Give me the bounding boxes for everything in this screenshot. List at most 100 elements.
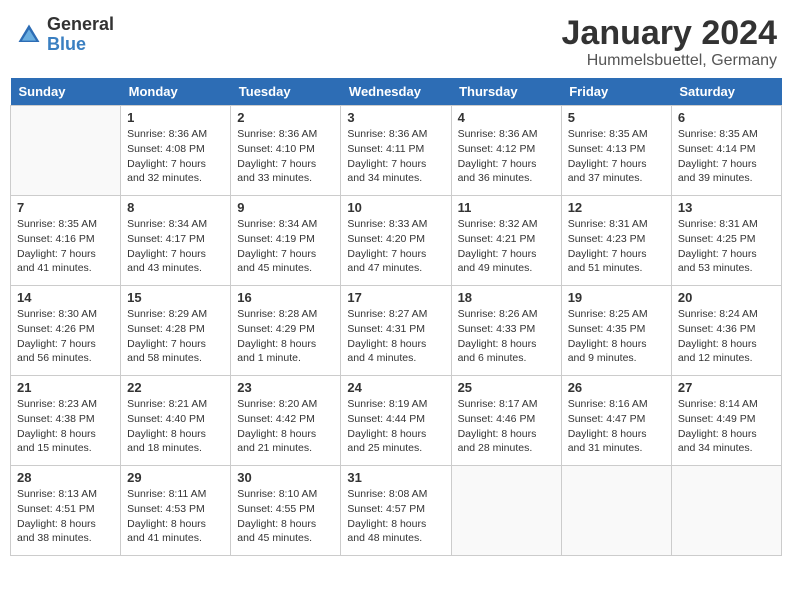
day-number: 9 bbox=[237, 200, 334, 215]
day-sun-info: Sunrise: 8:34 AMSunset: 4:19 PMDaylight:… bbox=[237, 217, 334, 276]
calendar-cell: 4Sunrise: 8:36 AMSunset: 4:12 PMDaylight… bbox=[451, 106, 561, 196]
logo-general: General bbox=[47, 15, 114, 35]
calendar-cell: 8Sunrise: 8:34 AMSunset: 4:17 PMDaylight… bbox=[121, 196, 231, 286]
page-header: General Blue January 2024 Hummelsbuettel… bbox=[10, 10, 782, 70]
day-number: 16 bbox=[237, 290, 334, 305]
day-number: 20 bbox=[678, 290, 775, 305]
day-sun-info: Sunrise: 8:20 AMSunset: 4:42 PMDaylight:… bbox=[237, 397, 334, 456]
day-sun-info: Sunrise: 8:29 AMSunset: 4:28 PMDaylight:… bbox=[127, 307, 224, 366]
day-number: 1 bbox=[127, 110, 224, 125]
calendar-table: SundayMondayTuesdayWednesdayThursdayFrid… bbox=[10, 78, 782, 556]
day-sun-info: Sunrise: 8:36 AMSunset: 4:10 PMDaylight:… bbox=[237, 127, 334, 186]
day-sun-info: Sunrise: 8:14 AMSunset: 4:49 PMDaylight:… bbox=[678, 397, 775, 456]
day-number: 31 bbox=[347, 470, 444, 485]
calendar-cell: 29Sunrise: 8:11 AMSunset: 4:53 PMDayligh… bbox=[121, 466, 231, 556]
calendar-cell: 1 Sunrise: 8:36 AMSunset: 4:08 PMDaylight… bbox=[121, 106, 231, 196]
calendar-cell: 23 Sunrise: 8:20 AMSunset: 4:42 PMDayligh… bbox=[231, 376, 341, 466]
calendar-cell bbox=[561, 466, 671, 556]
calendar-cell: 12Sunrise: 8:31 AMSunset: 4:23 PMDayligh… bbox=[561, 196, 671, 286]
calendar-cell: 28 Sunrise: 8:13 AMSunset: 4:51 PMDayligh… bbox=[11, 466, 121, 556]
day-number: 5 bbox=[568, 110, 665, 125]
day-number: 24 bbox=[347, 380, 444, 395]
day-sun-info: Sunrise: 8:16 AMSunset: 4:47 PMDaylight:… bbox=[568, 397, 665, 456]
calendar-cell: 17 Sunrise: 8:27 AMSunset: 4:31 PMDayligh… bbox=[341, 286, 451, 376]
calendar-cell: 11 Sunrise: 8:32 AMSunset: 4:21 PMDayligh… bbox=[451, 196, 561, 286]
calendar-header: January 2024 Hummelsbuettel, Germany bbox=[562, 15, 778, 70]
calendar-cell: 2Sunrise: 8:36 AMSunset: 4:10 PMDaylight… bbox=[231, 106, 341, 196]
day-sun-info: Sunrise: 8:35 AMSunset: 4:16 PMDaylight:… bbox=[17, 217, 114, 276]
logo: General Blue bbox=[15, 15, 114, 55]
day-number: 22 bbox=[127, 380, 224, 395]
day-number: 23 bbox=[237, 380, 334, 395]
day-sun-info: Sunrise: 8:23 AMSunset: 4:38 PMDaylight:… bbox=[17, 397, 114, 456]
calendar-cell: 6 Sunrise: 8:35 AMSunset: 4:14 PMDaylight… bbox=[671, 106, 781, 196]
calendar-cell: 16 Sunrise: 8:28 AMSunset: 4:29 PMDayligh… bbox=[231, 286, 341, 376]
day-sun-info: Sunrise: 8:28 AMSunset: 4:29 PMDaylight:… bbox=[237, 307, 334, 366]
day-sun-info: Sunrise: 8:27 AMSunset: 4:31 PMDaylight:… bbox=[347, 307, 444, 366]
calendar-week-row: 14Sunrise: 8:30 AMSunset: 4:26 PMDayligh… bbox=[11, 286, 782, 376]
day-sun-info: Sunrise: 8:36 AMSunset: 4:08 PMDaylight:… bbox=[127, 127, 224, 186]
calendar-cell: 7 Sunrise: 8:35 AMSunset: 4:16 PMDaylight… bbox=[11, 196, 121, 286]
calendar-cell: 5 Sunrise: 8:35 AMSunset: 4:13 PMDaylight… bbox=[561, 106, 671, 196]
logo-blue: Blue bbox=[47, 35, 114, 55]
day-of-week-header: Thursday bbox=[451, 78, 561, 106]
calendar-cell: 10Sunrise: 8:33 AMSunset: 4:20 PMDayligh… bbox=[341, 196, 451, 286]
day-of-week-header: Tuesday bbox=[231, 78, 341, 106]
day-of-week-header: Saturday bbox=[671, 78, 781, 106]
day-sun-info: Sunrise: 8:35 AMSunset: 4:14 PMDaylight:… bbox=[678, 127, 775, 186]
day-sun-info: Sunrise: 8:32 AMSunset: 4:21 PMDaylight:… bbox=[458, 217, 555, 276]
day-number: 30 bbox=[237, 470, 334, 485]
calendar-cell: 13 Sunrise: 8:31 AMSunset: 4:25 PMDayligh… bbox=[671, 196, 781, 286]
day-number: 28 bbox=[17, 470, 114, 485]
day-sun-info: Sunrise: 8:13 AMSunset: 4:51 PMDaylight:… bbox=[17, 487, 114, 546]
calendar-cell bbox=[11, 106, 121, 196]
calendar-week-row: 1 Sunrise: 8:36 AMSunset: 4:08 PMDaylight… bbox=[11, 106, 782, 196]
day-of-week-header: Friday bbox=[561, 78, 671, 106]
calendar-cell: 9 Sunrise: 8:34 AMSunset: 4:19 PMDaylight… bbox=[231, 196, 341, 286]
day-number: 27 bbox=[678, 380, 775, 395]
calendar-cell: 15Sunrise: 8:29 AMSunset: 4:28 PMDayligh… bbox=[121, 286, 231, 376]
day-sun-info: Sunrise: 8:19 AMSunset: 4:44 PMDaylight:… bbox=[347, 397, 444, 456]
day-number: 21 bbox=[17, 380, 114, 395]
day-number: 3 bbox=[347, 110, 444, 125]
calendar-header-row: SundayMondayTuesdayWednesdayThursdayFrid… bbox=[11, 78, 782, 106]
day-sun-info: Sunrise: 8:21 AMSunset: 4:40 PMDaylight:… bbox=[127, 397, 224, 456]
calendar-cell bbox=[451, 466, 561, 556]
day-number: 11 bbox=[458, 200, 555, 215]
calendar-cell: 31 Sunrise: 8:08 AMSunset: 4:57 PMDayligh… bbox=[341, 466, 451, 556]
calendar-cell: 21 Sunrise: 8:23 AMSunset: 4:38 PMDayligh… bbox=[11, 376, 121, 466]
day-sun-info: Sunrise: 8:35 AMSunset: 4:13 PMDaylight:… bbox=[568, 127, 665, 186]
calendar-cell: 24 Sunrise: 8:19 AMSunset: 4:44 PMDayligh… bbox=[341, 376, 451, 466]
day-sun-info: Sunrise: 8:25 AMSunset: 4:35 PMDaylight:… bbox=[568, 307, 665, 366]
day-sun-info: Sunrise: 8:31 AMSunset: 4:23 PMDaylight:… bbox=[568, 217, 665, 276]
day-number: 18 bbox=[458, 290, 555, 305]
day-number: 13 bbox=[678, 200, 775, 215]
day-sun-info: Sunrise: 8:36 AMSunset: 4:11 PMDaylight:… bbox=[347, 127, 444, 186]
day-sun-info: Sunrise: 8:31 AMSunset: 4:25 PMDaylight:… bbox=[678, 217, 775, 276]
calendar-subtitle: Hummelsbuettel, Germany bbox=[562, 52, 778, 70]
calendar-week-row: 7 Sunrise: 8:35 AMSunset: 4:16 PMDaylight… bbox=[11, 196, 782, 286]
calendar-cell: 3 Sunrise: 8:36 AMSunset: 4:11 PMDaylight… bbox=[341, 106, 451, 196]
day-sun-info: Sunrise: 8:26 AMSunset: 4:33 PMDaylight:… bbox=[458, 307, 555, 366]
calendar-cell: 27 Sunrise: 8:14 AMSunset: 4:49 PMDayligh… bbox=[671, 376, 781, 466]
calendar-title: January 2024 bbox=[562, 15, 778, 52]
day-number: 4 bbox=[458, 110, 555, 125]
day-number: 17 bbox=[347, 290, 444, 305]
day-of-week-header: Sunday bbox=[11, 78, 121, 106]
day-sun-info: Sunrise: 8:17 AMSunset: 4:46 PMDaylight:… bbox=[458, 397, 555, 456]
day-of-week-header: Wednesday bbox=[341, 78, 451, 106]
day-number: 7 bbox=[17, 200, 114, 215]
calendar-cell: 30 Sunrise: 8:10 AMSunset: 4:55 PMDayligh… bbox=[231, 466, 341, 556]
day-number: 6 bbox=[678, 110, 775, 125]
calendar-cell: 18 Sunrise: 8:26 AMSunset: 4:33 PMDayligh… bbox=[451, 286, 561, 376]
calendar-cell bbox=[671, 466, 781, 556]
day-number: 10 bbox=[347, 200, 444, 215]
calendar-cell: 14Sunrise: 8:30 AMSunset: 4:26 PMDayligh… bbox=[11, 286, 121, 376]
day-number: 8 bbox=[127, 200, 224, 215]
calendar-week-row: 28 Sunrise: 8:13 AMSunset: 4:51 PMDayligh… bbox=[11, 466, 782, 556]
day-number: 29 bbox=[127, 470, 224, 485]
day-sun-info: Sunrise: 8:10 AMSunset: 4:55 PMDaylight:… bbox=[237, 487, 334, 546]
calendar-cell: 19Sunrise: 8:25 AMSunset: 4:35 PMDayligh… bbox=[561, 286, 671, 376]
day-sun-info: Sunrise: 8:08 AMSunset: 4:57 PMDaylight:… bbox=[347, 487, 444, 546]
day-sun-info: Sunrise: 8:24 AMSunset: 4:36 PMDaylight:… bbox=[678, 307, 775, 366]
